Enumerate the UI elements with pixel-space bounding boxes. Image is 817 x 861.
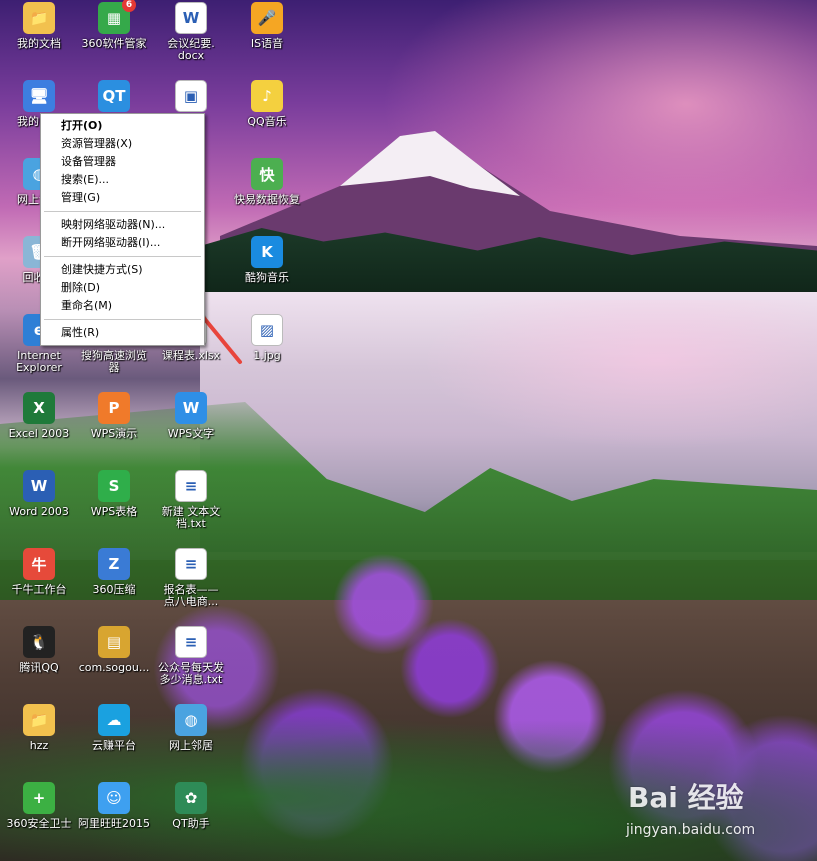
menu-item-3-3[interactable]: 重命名(M) [41, 297, 204, 315]
menu-item-2-1[interactable]: 映射网络驱动器(N)... [41, 216, 204, 234]
menu-item-4-1[interactable]: 属性(R) [41, 324, 204, 342]
menu-item-1-5[interactable]: 管理(G) [41, 189, 204, 207]
menu-separator [44, 211, 201, 212]
menu-item-1-1[interactable]: 打开(O) [41, 117, 204, 135]
menu-item-1-4[interactable]: 搜索(E)... [41, 171, 204, 189]
menu-item-2-2[interactable]: 断开网络驱动器(I)... [41, 234, 204, 252]
menu-separator [44, 319, 201, 320]
menu-item-3-1[interactable]: 创建快捷方式(S) [41, 261, 204, 279]
menu-item-1-3[interactable]: 设备管理器 [41, 153, 204, 171]
desktop[interactable]: 📁 我的文档 ▦ 6 360软件管家 W 会议纪要. docx 🎤 IS语音 🖥 我的电脑 QT ▣ ♪ Q… [0, 0, 817, 861]
context-menu: 打开(O) 资源管理器(X) 设备管理器 搜索(E)... 管理(G) 映射网络驱动器(N… [40, 113, 205, 346]
menu-item-3-2[interactable]: 删除(D) [41, 279, 204, 297]
watermark-logo: Bai 经验 [628, 781, 744, 814]
watermark-url: jingyan.baidu.com [626, 822, 756, 838]
menu-item-1-2[interactable]: 资源管理器(X) [41, 135, 204, 153]
menu-separator [44, 256, 201, 257]
baidu-watermark: Bai 经验 jingyan.baidu.com [620, 770, 810, 850]
